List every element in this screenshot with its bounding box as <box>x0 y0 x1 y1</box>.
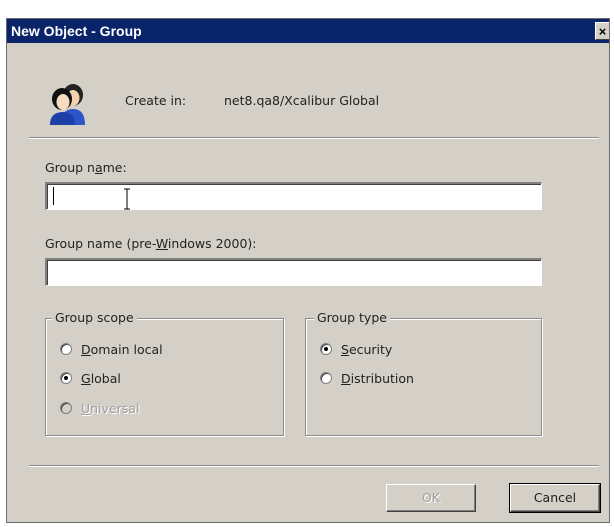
pre2000-input[interactable] <box>45 258 542 286</box>
global-label: Global <box>81 370 121 386</box>
type-option-distribution[interactable]: Distribution <box>320 369 414 387</box>
universal-label: Universal <box>81 400 140 416</box>
group-scope-legend: Group scope <box>52 310 137 325</box>
radio-global[interactable] <box>60 372 72 384</box>
title-bar[interactable]: New Object - Group × <box>7 19 609 43</box>
group-name-input[interactable] <box>45 182 542 210</box>
group-name-label: Group name: <box>45 160 127 175</box>
distribution-label: Distribution <box>341 370 414 386</box>
group-type-legend: Group type <box>314 310 390 325</box>
group-users-icon <box>50 84 85 125</box>
radio-domain-local[interactable] <box>60 343 72 355</box>
domain-local-label: Domain local <box>81 341 163 357</box>
group-scope-box: Group scope Domain local Global Universa… <box>45 310 284 436</box>
create-in-path: net8.qa8/Xcalibur Global <box>224 93 380 108</box>
security-label: Security <box>341 341 393 357</box>
close-button[interactable]: × <box>595 22 609 40</box>
type-option-security[interactable]: Security <box>320 340 392 358</box>
window-title: New Object - Group <box>11 23 142 39</box>
cancel-button[interactable]: Cancel <box>509 483 601 513</box>
scope-option-domain-local[interactable]: Domain local <box>60 340 163 358</box>
cancel-label: Cancel <box>533 490 577 505</box>
scope-option-universal: Universal <box>60 399 139 417</box>
scope-option-global[interactable]: Global <box>60 369 121 387</box>
group-type-box: Group type Security Distribution <box>305 310 542 436</box>
create-in-label: Create in: <box>125 93 187 108</box>
radio-universal <box>60 402 72 414</box>
radio-security[interactable] <box>320 343 332 355</box>
ok-label: OK <box>421 490 441 505</box>
ok-button[interactable]: OK <box>386 484 476 512</box>
pre2000-label: Group name (pre-Windows 2000): <box>45 236 257 251</box>
separator-bottom <box>29 465 599 467</box>
ibeam-cursor-icon <box>124 188 130 210</box>
separator-top <box>29 137 599 139</box>
text-caret <box>53 187 54 205</box>
radio-distribution[interactable] <box>320 372 332 384</box>
close-icon: × <box>598 24 607 39</box>
new-object-group-dialog: New Object - Group × Create in: net8.qa8… <box>6 18 610 523</box>
